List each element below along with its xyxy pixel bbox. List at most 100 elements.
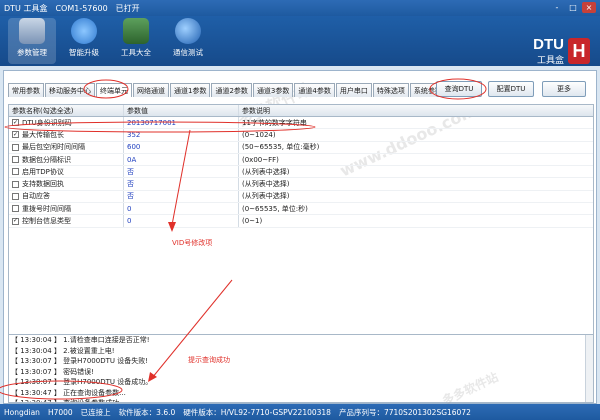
row-checkbox[interactable]: ✓ <box>12 119 19 127</box>
log-panel: 【 13:30:04 】 1.请检查串口连接是否正常! 【 13:30:04 】 … <box>8 335 594 403</box>
vid-annotation-text: VID号修改项 <box>172 239 213 247</box>
brand-title: DTU <box>533 36 564 53</box>
tab-channel-4[interactable]: 通道4参数 <box>294 83 335 97</box>
status-hardware-version: 硬件版本：H/VL92-7710-GSPV22100318 <box>183 407 331 417</box>
row-checkbox[interactable] <box>12 192 19 200</box>
status-company: Hongdian <box>4 407 40 417</box>
log-scrollbar[interactable] <box>585 335 593 402</box>
table-row[interactable]: 最后包空闲时间间隔 600 (50~65535, 单位:毫秒) <box>9 141 593 154</box>
table-row[interactable]: 启用TDP协议 否 (从列表中选择) <box>9 166 593 179</box>
query-dtu-button[interactable]: 查询DTU <box>436 81 482 97</box>
query-success-annotation-text: 提示查询成功 <box>188 356 230 364</box>
param-tabs: 常用参数 移动服务中心 终端单元 网络通道 通道1参数 通道2参数 通道3参数 … <box>8 83 446 97</box>
close-button[interactable]: × <box>582 2 596 13</box>
minimize-button[interactable]: - <box>550 2 564 13</box>
header-param-name[interactable]: 参数名称(勾选全选) <box>9 105 124 116</box>
config-dtu-button[interactable]: 配置DTU <box>488 81 534 97</box>
log-line: 【 13:30:07 】 登录H7000DTU 设备成功。 <box>11 378 153 387</box>
comm-test-button[interactable]: 通信测试 <box>164 18 212 64</box>
table-row[interactable]: 重拨号时间间隔 0 (0~65535, 单位:秒) <box>9 203 593 216</box>
tab-special-options[interactable]: 特殊选项 <box>372 83 409 97</box>
param-value-cell[interactable]: 20130717001 <box>124 117 239 129</box>
param-desc-cell: (0x00~FF) <box>242 155 279 164</box>
row-checkbox[interactable]: ✓ <box>12 131 19 139</box>
table-row[interactable]: ✓ DTU身份识别码 20130717001 11字节的数字字符串 <box>9 117 593 130</box>
param-value-cell[interactable]: 0 <box>124 215 239 227</box>
param-value-cell[interactable]: 否 <box>124 190 239 203</box>
toolbox-button[interactable]: 工具大全 <box>112 18 160 64</box>
param-name: 支持数据回执 <box>22 180 64 189</box>
comm-test-label: 通信测试 <box>173 48 203 57</box>
tab-channel-2[interactable]: 通道2参数 <box>211 83 252 97</box>
table-row[interactable]: ✓ 控制台信息类型 0 (0~1) <box>9 215 593 228</box>
log-line: 【 13:30:07 】 登录H7000DTU 设备失败! <box>11 357 149 366</box>
param-manage-button[interactable]: 参数管理 <box>8 18 56 64</box>
table-row[interactable]: ✓ 最大传输包长 352 (0~1024) <box>9 129 593 142</box>
maximize-button[interactable]: □ <box>566 2 580 13</box>
status-model: H7000 <box>47 407 73 417</box>
smart-upgrade-button[interactable]: 智能升级 <box>60 18 108 64</box>
row-checkbox[interactable] <box>12 180 19 188</box>
tab-mobile-service[interactable]: 移动服务中心 <box>45 83 95 97</box>
status-connected: 已连接上 <box>80 407 111 417</box>
tab-user-serial[interactable]: 用户串口 <box>335 83 372 97</box>
param-name-cell: ✓ 最大传输包长 <box>9 129 124 141</box>
param-name-cell: ✓ 控制台信息类型 <box>9 215 124 227</box>
param-name-cell: 启用TDP协议 <box>9 166 124 178</box>
param-name: 启用TDP协议 <box>22 167 64 176</box>
table-row[interactable]: 自动应答 否 (从列表中选择) <box>9 190 593 204</box>
log-line: 【 13:30:07 】 密码错误! <box>11 367 94 376</box>
row-checkbox[interactable] <box>12 205 19 213</box>
status-serial: 产品序列号：7710S201302SG16072 <box>338 407 471 417</box>
status-bar: Hongdian H7000 已连接上 软件版本：3.6.0 硬件版本：H/VL… <box>0 404 600 420</box>
tab-network-channel[interactable]: 网络通道 <box>133 83 169 97</box>
more-button[interactable]: 更多 <box>542 81 586 97</box>
row-checkbox[interactable] <box>12 156 19 164</box>
row-checkbox[interactable] <box>12 143 19 151</box>
param-name: DTU身份识别码 <box>22 118 72 127</box>
row-checkbox[interactable]: ✓ <box>12 217 19 225</box>
tab-terminal-unit[interactable]: 终端单元 <box>96 83 132 97</box>
header-param-desc: 参数说明 <box>242 106 270 115</box>
table-row[interactable]: 支持数据回执 否 (从列表中选择) <box>9 178 593 191</box>
table-row[interactable]: 数据包分隔标识 0A (0x00~FF) <box>9 153 593 167</box>
tab-channel-3[interactable]: 通道3参数 <box>252 83 294 97</box>
param-panel: 多多软件站 www.ddooo.com 常用参数 移动服务中心 终端单元 网络通… <box>3 70 597 404</box>
dtu-toolbox-window: DTU 工具盒 COM1-57600 已打开 - □ × 参数管理 智能升级 工… <box>0 0 600 420</box>
param-value-cell[interactable]: 否 <box>124 178 239 190</box>
param-value-cell[interactable]: 0 <box>124 203 239 215</box>
param-value-cell[interactable]: 352 <box>124 129 239 141</box>
log-line: 【 13:30:04 】 1.请检查串口连接是否正常! <box>11 336 150 345</box>
param-name: 最后包空闲时间间隔 <box>22 143 85 152</box>
database-icon <box>19 18 45 44</box>
upgrade-arrow-icon <box>71 18 97 44</box>
table-header: 参数名称(勾选全选) 参数值 参数说明 <box>9 105 593 117</box>
param-name: 控制台信息类型 <box>22 217 71 226</box>
row-checkbox[interactable] <box>12 168 19 176</box>
param-desc-cell: (0~1024) <box>242 130 276 139</box>
param-manage-label: 参数管理 <box>17 48 47 57</box>
param-value-cell[interactable]: 600 <box>124 141 239 153</box>
hongdian-logo: H <box>568 38 590 64</box>
param-name-cell: 最后包空闲时间间隔 <box>9 141 124 153</box>
param-value-cell[interactable]: 否 <box>124 166 239 178</box>
tab-common[interactable]: 常用参数 <box>8 83 44 97</box>
header-param-value: 参数值 <box>124 105 239 116</box>
param-name-cell: 重拨号时间间隔 <box>9 203 124 215</box>
param-value-cell[interactable]: 0A <box>124 153 239 166</box>
tab-channel-1[interactable]: 通道1参数 <box>170 83 211 97</box>
main-toolbar: 参数管理 智能升级 工具大全 通信测试 DTU 工具盒 H <box>0 16 600 66</box>
param-desc-cell: (0~1) <box>242 217 263 226</box>
table-body: ✓ DTU身份识别码 20130717001 11字节的数字字符串 ✓ 最大传输包长 352… <box>9 117 593 228</box>
window-title: DTU 工具盒 <box>4 3 48 13</box>
connection-status: 已打开 <box>115 3 140 13</box>
param-desc-cell: (0~65535, 单位:秒) <box>242 204 308 213</box>
param-name-cell: 支持数据回执 <box>9 178 124 190</box>
status-software-version: 软件版本：3.6.0 <box>118 407 176 417</box>
log-line: 【 13:30:04 】 2.被设置重上电! <box>11 346 115 355</box>
toolbox-icon <box>123 18 149 44</box>
param-name-cell: 数据包分隔标识 <box>9 153 124 166</box>
log-line: 【 13:30:47 】 正在查询设备参数... <box>11 388 126 397</box>
toolbox-label: 工具大全 <box>121 48 151 57</box>
param-name-cell: ✓ DTU身份识别码 <box>9 117 124 129</box>
